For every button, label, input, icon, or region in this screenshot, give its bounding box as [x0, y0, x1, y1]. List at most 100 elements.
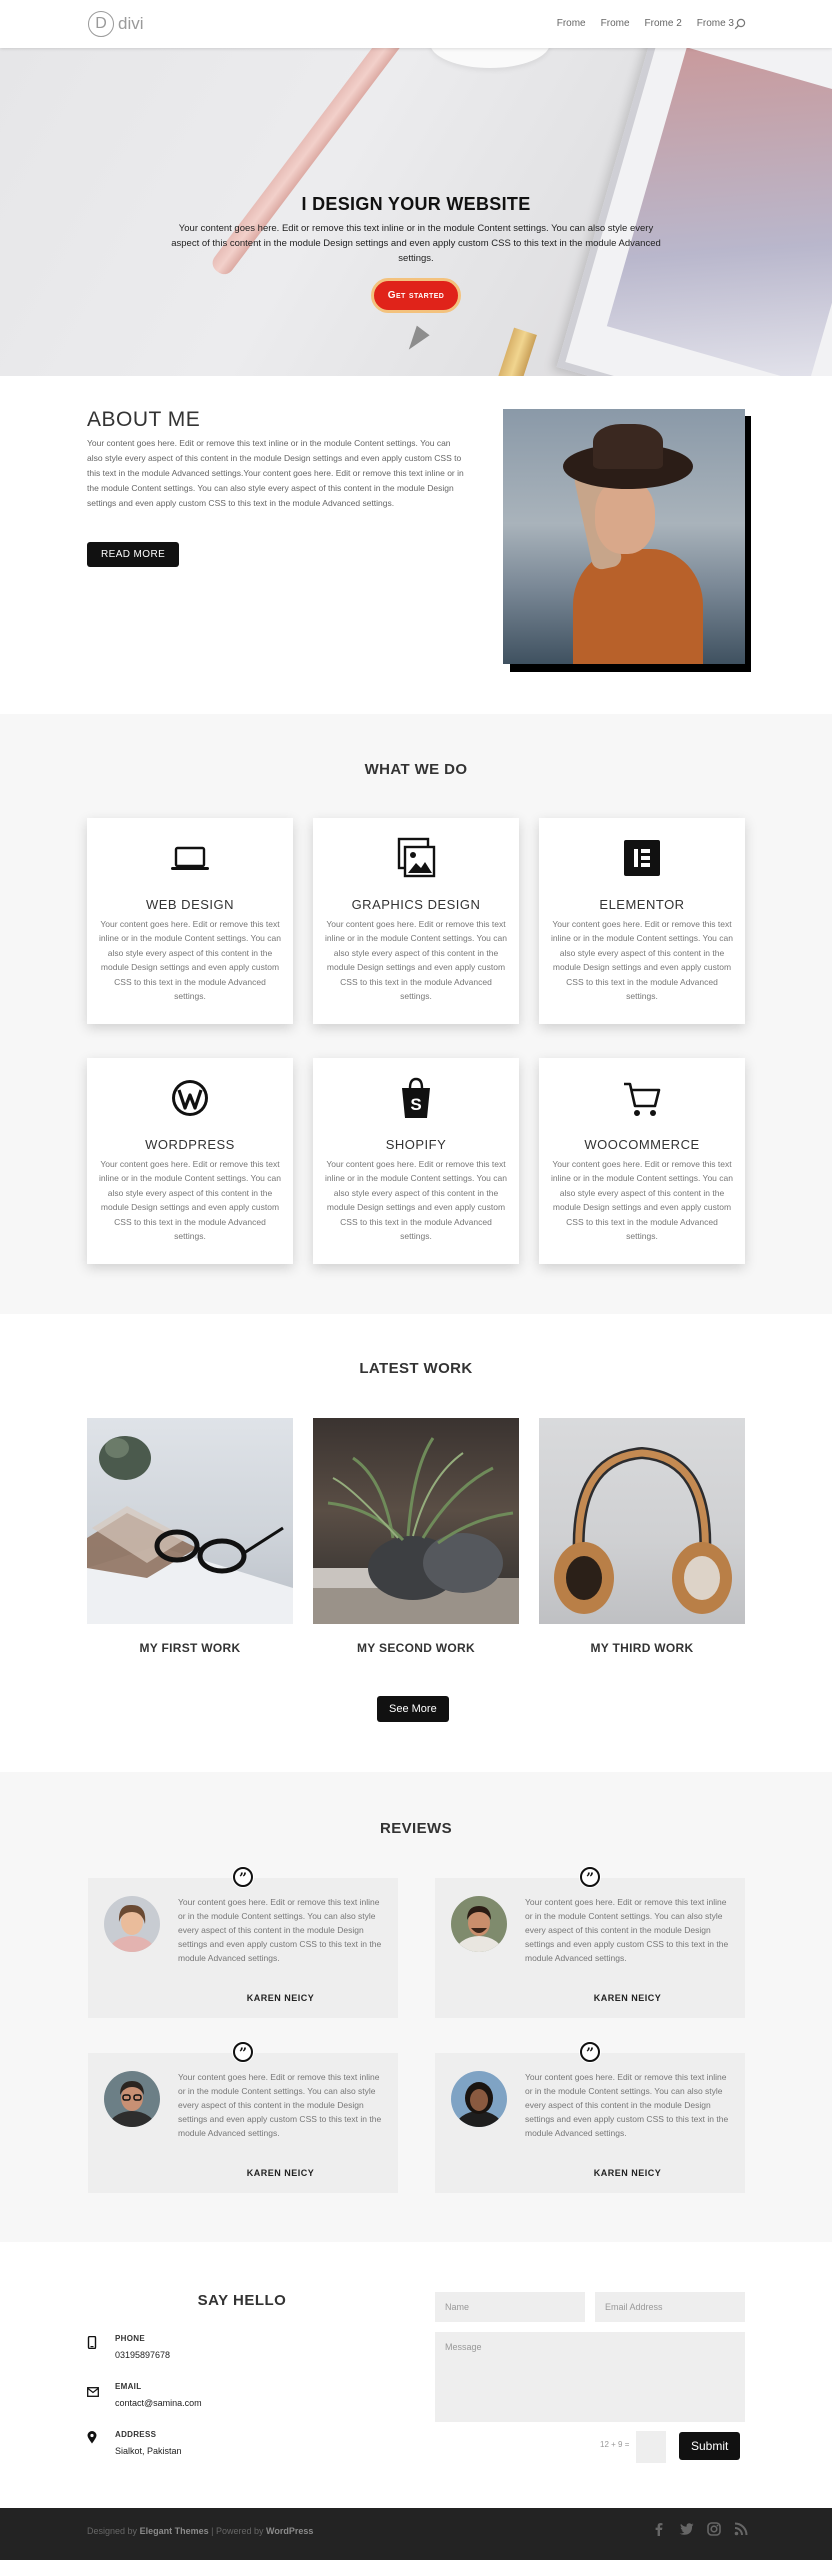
work-image-glasses[interactable]	[87, 1418, 293, 1624]
phone-label: PHONE	[115, 2334, 145, 2343]
hero-section: I DESIGN YOUR WEBSITE Your content goes …	[0, 48, 832, 376]
footer-elegant-link[interactable]: Elegant Themes	[140, 2526, 209, 2536]
about-section: ABOUT ME Your content goes here. Edit or…	[0, 376, 832, 714]
get-started-button[interactable]: Get started	[370, 278, 462, 313]
nav-item-frome-2[interactable]: Frome 2	[645, 18, 682, 29]
review-author: KAREN NEICY	[593, 2168, 662, 2178]
svg-text:”: ”	[239, 2046, 247, 2062]
site-footer: Designed by Elegant Themes | Powered by …	[0, 2508, 832, 2560]
address-label: ADDRESS	[115, 2430, 157, 2439]
quote-icon: ”	[579, 2041, 601, 2063]
work-title[interactable]: MY FIRST WORK	[87, 1641, 293, 1655]
phone-icon	[87, 2335, 97, 2354]
phone-value[interactable]: 03195897678	[115, 2350, 170, 2360]
rss-icon[interactable]	[734, 2522, 748, 2541]
service-text: Your content goes here. Edit or remove t…	[325, 1159, 507, 1242]
work-item-2[interactable]: MY SECOND WORK	[313, 1418, 519, 1655]
review-card: ” Your content goes here. Edit or remove…	[88, 2041, 398, 2193]
avatar	[104, 2071, 160, 2127]
email-value[interactable]: contact@samina.com	[115, 2398, 202, 2408]
review-author: KAREN NEICY	[246, 2168, 315, 2178]
review-text: Your content goes here. Edit or remove t…	[525, 2072, 729, 2138]
facebook-icon[interactable]	[652, 2522, 666, 2541]
logo-text: divi	[118, 14, 144, 33]
name-field[interactable]: Name	[435, 2292, 585, 2322]
footer-credits: Designed by Elegant Themes | Powered by …	[87, 2526, 313, 2536]
review-author: KAREN NEICY	[246, 1993, 315, 2003]
work-item-3[interactable]: MY THIRD WORK	[539, 1418, 745, 1655]
captcha-question: 12 + 9 =	[600, 2440, 630, 2449]
social-links	[652, 2522, 748, 2541]
review-text: Your content goes here. Edit or remove t…	[178, 2072, 382, 2138]
elementor-icon	[622, 836, 662, 880]
hero-title: I DESIGN YOUR WEBSITE	[301, 194, 531, 214]
search-icon[interactable]	[734, 17, 746, 35]
review-card: ” Your content goes here. Edit or remove…	[435, 1866, 745, 2018]
service-title: SHOPIFY	[385, 1137, 447, 1152]
twitter-icon[interactable]	[679, 2522, 694, 2541]
logo-mark: D	[88, 11, 114, 37]
service-title: WORDPRESS	[145, 1137, 235, 1152]
service-card-graphics-design: GRAPHICS DESIGN Your content goes here. …	[313, 818, 519, 1024]
contact-title: SAY HELLO	[197, 2292, 287, 2309]
email-field[interactable]: Email Address	[595, 2292, 745, 2322]
quote-icon: ”	[232, 2041, 254, 2063]
service-card-shopify: S SHOPIFY Your content goes here. Edit o…	[313, 1058, 519, 1264]
email-label: EMAIL	[115, 2382, 142, 2391]
reviews-title: REVIEWS	[380, 1820, 452, 1837]
submit-button[interactable]: Submit	[679, 2432, 741, 2460]
shopify-icon: S	[396, 1076, 436, 1120]
nav-item-frome[interactable]: Frome	[557, 18, 586, 29]
service-card-elementor: ELEMENTOR Your content goes here. Edit o…	[539, 818, 745, 1024]
latest-work-section: LATEST WORK MY FIRST WORK MY SECOND WORK…	[0, 1314, 832, 1772]
hero-pen-tip-decoration	[402, 325, 430, 355]
service-title: GRAPHICS DESIGN	[351, 897, 481, 912]
site-header: D divi Frome Frome Frome 2 Frome 3	[0, 0, 832, 48]
avatar	[104, 1896, 160, 1952]
cart-icon	[622, 1076, 662, 1120]
review-author: KAREN NEICY	[593, 1993, 662, 2003]
image-gallery-icon	[396, 836, 436, 880]
main-nav: Frome Frome Frome 2 Frome 3	[557, 18, 734, 29]
message-field[interactable]: Message	[435, 2332, 745, 2422]
instagram-icon[interactable]	[707, 2522, 721, 2541]
wordpress-icon	[170, 1076, 210, 1120]
avatar	[451, 1896, 507, 1952]
read-more-button[interactable]: READ MORE	[87, 542, 180, 567]
service-title: WOOCOMMERCE	[584, 1137, 700, 1152]
svg-text:”: ”	[586, 2046, 594, 2062]
services-title: WHAT WE DO	[364, 761, 468, 778]
work-item-1[interactable]: MY FIRST WORK	[87, 1418, 293, 1655]
see-more-button[interactable]: See More	[377, 1696, 449, 1722]
service-text: Your content goes here. Edit or remove t…	[99, 1159, 281, 1242]
work-image-headphones[interactable]	[539, 1418, 745, 1624]
work-image-plant[interactable]	[313, 1418, 519, 1624]
captcha-input[interactable]	[636, 2431, 666, 2463]
service-title: ELEMENTOR	[599, 897, 685, 912]
work-title[interactable]: MY SECOND WORK	[313, 1641, 519, 1655]
about-title: ABOUT ME	[87, 408, 201, 431]
review-text: Your content goes here. Edit or remove t…	[178, 1897, 382, 1963]
hero-cup-decoration	[430, 48, 550, 68]
envelope-icon	[87, 2384, 99, 2402]
svg-text:S: S	[410, 1095, 421, 1114]
service-title: WEB DESIGN	[145, 897, 235, 912]
services-section: WHAT WE DO WEB DESIGN Your content goes …	[0, 714, 832, 1314]
service-text: Your content goes here. Edit or remove t…	[551, 919, 733, 1002]
service-card-woocommerce: WOOCOMMERCE Your content goes here. Edit…	[539, 1058, 745, 1264]
latest-work-title: LATEST WORK	[359, 1360, 473, 1377]
service-card-web-design: WEB DESIGN Your content goes here. Edit …	[87, 818, 293, 1024]
reviews-section: REVIEWS ” Your content goes here. Edit o…	[0, 1772, 832, 2242]
service-card-wordpress: WORDPRESS Your content goes here. Edit o…	[87, 1058, 293, 1264]
work-title[interactable]: MY THIRD WORK	[539, 1641, 745, 1655]
site-logo[interactable]: D divi	[88, 11, 144, 37]
service-text: Your content goes here. Edit or remove t…	[99, 919, 281, 1002]
footer-powered-by: | Powered by	[211, 2526, 264, 2536]
hero-content: I DESIGN YOUR WEBSITE Your content goes …	[170, 194, 662, 313]
laptop-icon	[170, 836, 210, 880]
location-pin-icon	[87, 2431, 97, 2449]
nav-item-frome-alt[interactable]: Frome	[601, 18, 630, 29]
footer-wordpress-link[interactable]: WordPress	[266, 2526, 313, 2536]
nav-item-frome-3[interactable]: Frome 3	[697, 18, 734, 29]
service-text: Your content goes here. Edit or remove t…	[325, 919, 507, 1002]
